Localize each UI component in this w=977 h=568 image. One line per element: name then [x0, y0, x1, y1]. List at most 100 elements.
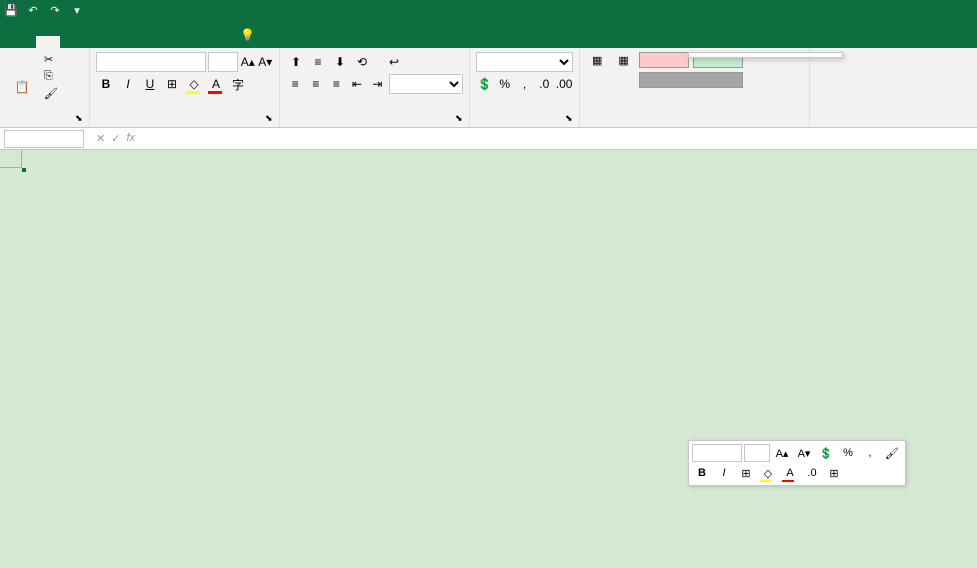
mini-comma-icon[interactable]: , [860, 444, 880, 462]
alignment-dialog-launcher[interactable]: ⬊ [455, 113, 467, 125]
mini-toolbar: A▴ A▾ 💲 % , 🖌 B I ⊞ ◇ A .0 ⊞ [688, 440, 906, 486]
align-right-icon[interactable]: ≡ [327, 74, 346, 94]
tab-page-layout[interactable] [84, 36, 108, 48]
align-top-icon[interactable]: ⬆ [286, 52, 306, 72]
currency-icon[interactable]: 💲 [476, 74, 494, 94]
orientation-icon[interactable]: ⟲ [352, 52, 372, 72]
format-table-button[interactable]: ▦ [612, 52, 634, 123]
mini-decrease-font-icon[interactable]: A▾ [794, 444, 814, 462]
copy-icon: ⎘ [44, 70, 53, 83]
tab-file[interactable] [12, 36, 36, 48]
cell-style-bad[interactable] [639, 52, 689, 68]
border-button[interactable]: ⊞ [162, 74, 182, 94]
undo-icon[interactable]: ↶ [26, 3, 40, 17]
cancel-icon[interactable]: ✕ [96, 132, 105, 145]
align-left-icon[interactable]: ≡ [286, 74, 305, 94]
font-size-select[interactable] [208, 52, 238, 72]
ribbon: 📋 ✂ ⎘ 🖌 ⬊ A▴ A▾ B I U ⊞ [0, 48, 977, 128]
underline-button[interactable]: U [140, 74, 160, 94]
fill-color-button[interactable]: ◇ [184, 74, 204, 94]
indent-increase-icon[interactable]: ⇥ [368, 74, 387, 94]
mini-font-size[interactable] [744, 444, 770, 462]
italic-button[interactable]: I [118, 74, 138, 94]
formula-bar[interactable] [143, 137, 977, 141]
format-painter-button[interactable]: 🖌 [42, 86, 62, 101]
mini-fill-color-icon[interactable]: ◇ [758, 464, 778, 482]
formula-bar-row: ✕ ✓ fx [0, 128, 977, 150]
ribbon-tabs: 💡 [0, 20, 977, 48]
fx-icon[interactable]: fx [126, 132, 135, 145]
quick-access-toolbar: 💾 ↶ ↷ ▾ [4, 3, 84, 17]
selection-rect [22, 168, 26, 172]
tab-home[interactable] [36, 36, 60, 48]
spreadsheet-grid [0, 150, 977, 168]
tab-data[interactable] [132, 36, 156, 48]
tab-insert[interactable] [60, 36, 84, 48]
font-color-button[interactable]: A [206, 74, 226, 94]
mini-merge-icon[interactable]: ⊞ [824, 464, 844, 482]
styles-group: ▦ ▦ [580, 48, 810, 127]
font-dialog-launcher[interactable]: ⬊ [265, 113, 277, 125]
mini-currency-icon[interactable]: 💲 [816, 444, 836, 462]
font-name-select[interactable] [96, 52, 206, 72]
align-center-icon[interactable]: ≡ [307, 74, 326, 94]
copy-button[interactable]: ⎘ [42, 69, 62, 84]
name-box[interactable] [4, 130, 84, 148]
tab-view[interactable] [180, 36, 204, 48]
number-label [476, 121, 573, 123]
table-icon: ▦ [618, 54, 628, 67]
cut-button[interactable]: ✂ [42, 52, 62, 67]
number-format-select[interactable] [476, 52, 573, 72]
alignment-label [286, 121, 463, 123]
number-group: 💲 % , .0 .00 ⬊ [470, 48, 580, 127]
mini-font-color-icon[interactable]: A [780, 464, 800, 482]
mini-bold-button[interactable]: B [692, 464, 712, 482]
number-dialog-launcher[interactable]: ⬊ [565, 113, 577, 125]
conditional-format-icon: ▦ [592, 54, 602, 67]
paste-button[interactable]: 📋 [6, 52, 38, 121]
mini-percent-icon[interactable]: % [838, 444, 858, 462]
phonetic-button[interactable]: 字 [228, 74, 248, 94]
cell-style-check[interactable] [639, 72, 743, 88]
conditional-format-button[interactable]: ▦ [586, 52, 608, 123]
bold-button[interactable]: B [96, 74, 116, 94]
save-icon[interactable]: 💾 [4, 3, 18, 17]
align-middle-icon[interactable]: ≡ [308, 52, 328, 72]
tab-formulas[interactable] [108, 36, 132, 48]
lightbulb-icon: 💡 [240, 28, 255, 42]
scissors-icon: ✂ [44, 53, 53, 66]
align-bottom-icon[interactable]: ⬇ [330, 52, 350, 72]
tab-review[interactable] [156, 36, 180, 48]
clipboard-group: 📋 ✂ ⎘ 🖌 ⬊ [0, 48, 90, 127]
brush-icon: 🖌 [44, 87, 58, 100]
wrap-text-icon[interactable]: ↩ [384, 52, 404, 72]
enter-icon[interactable]: ✓ [111, 132, 120, 145]
mini-increase-font-icon[interactable]: A▴ [772, 444, 792, 462]
select-all-corner[interactable] [0, 150, 22, 168]
clipboard-dialog-launcher[interactable]: ⬊ [75, 113, 87, 125]
font-group: A▴ A▾ B I U ⊞ ◇ A 字 ⬊ [90, 48, 280, 127]
comma-icon[interactable]: , [516, 74, 534, 94]
increase-decimal-icon[interactable]: .0 [535, 74, 553, 94]
merge-center-select[interactable] [389, 74, 463, 94]
redo-icon[interactable]: ↷ [48, 3, 62, 17]
decrease-font-icon[interactable]: A▾ [258, 52, 274, 72]
percent-icon[interactable]: % [496, 74, 514, 94]
context-menu [688, 52, 843, 58]
alignment-group: ⬆ ≡ ⬇ ⟲ ↩ ≡ ≡ ≡ ⇤ ⇥ ⬊ [280, 48, 470, 127]
tell-me-search[interactable]: 💡 [228, 22, 271, 48]
mini-border-icon[interactable]: ⊞ [736, 464, 756, 482]
tab-help[interactable] [204, 36, 228, 48]
mini-decimal-icon[interactable]: .0 [802, 464, 822, 482]
paste-icon: 📋 [15, 80, 30, 94]
clipboard-label [6, 121, 83, 123]
mini-font-name[interactable] [692, 444, 742, 462]
qat-dropdown-icon[interactable]: ▾ [70, 3, 84, 17]
decrease-decimal-icon[interactable]: .00 [555, 74, 573, 94]
mini-format-painter-icon[interactable]: 🖌 [882, 444, 902, 462]
title-bar: 💾 ↶ ↷ ▾ [0, 0, 977, 20]
increase-font-icon[interactable]: A▴ [240, 52, 256, 72]
font-label [96, 121, 273, 123]
mini-italic-button[interactable]: I [714, 464, 734, 482]
indent-decrease-icon[interactable]: ⇤ [348, 74, 367, 94]
